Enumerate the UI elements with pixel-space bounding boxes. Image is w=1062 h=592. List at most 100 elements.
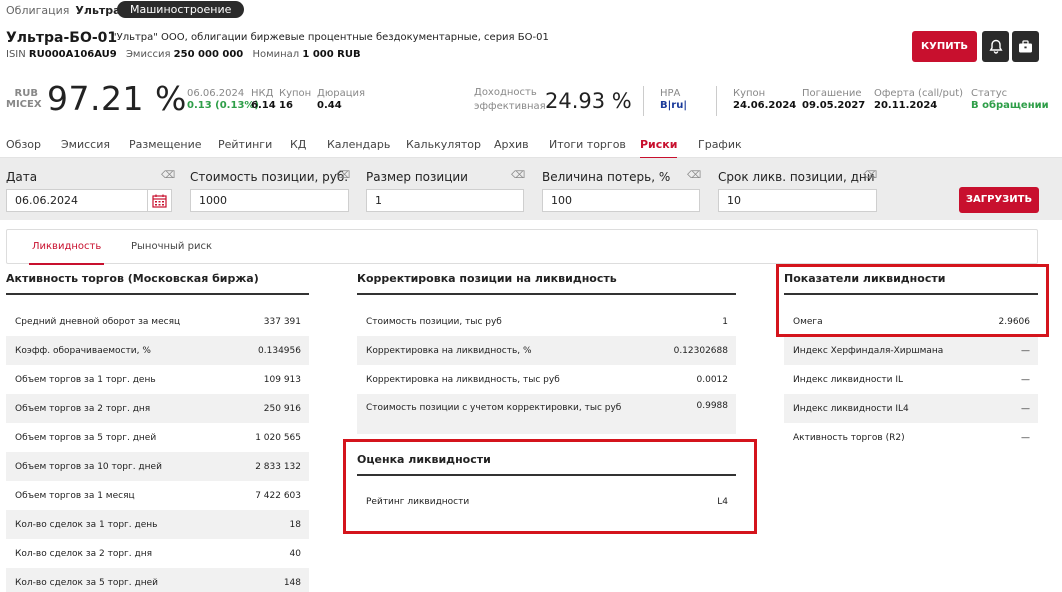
breadcrumb: Облигация Ультра <box>6 2 121 18</box>
briefcase-icon <box>1019 39 1032 52</box>
row-value: — <box>1021 345 1030 356</box>
nra-block: НРА B|ru| <box>660 88 687 112</box>
nkd-label: НКД <box>251 88 274 99</box>
breadcrumb-type[interactable]: Облигация <box>6 4 69 17</box>
divider <box>357 293 736 295</box>
divider <box>6 293 309 295</box>
highlight-box <box>776 264 1049 337</box>
isin-value: RU000A106AU9 <box>28 49 117 60</box>
yield-label-2: эффективная <box>474 101 546 112</box>
offer-block: Оферта (call/put) 20.11.2024 <box>874 88 963 112</box>
row-label: Объем торгов за 2 торг. дня <box>15 403 151 414</box>
table-row: Средний дневной оборот за месяц 337 391 <box>6 307 309 336</box>
tab-risks[interactable]: Риски <box>640 138 678 159</box>
tab-chart[interactable]: График <box>698 138 742 151</box>
divider <box>716 86 717 116</box>
nra-label: НРА <box>660 88 681 99</box>
tab-overview[interactable]: Обзор <box>6 138 41 151</box>
bond-description: "Ультра" ООО, облигации биржевые процент… <box>112 32 549 43</box>
breadcrumb-issuer[interactable]: Ультра <box>75 4 120 17</box>
yield-label: Доходность эффективная <box>474 86 546 114</box>
maturity-date: 09.05.2027 <box>802 100 866 111</box>
cost-input[interactable]: 1000 <box>190 189 349 212</box>
tab-placement[interactable]: Размещение <box>129 138 202 151</box>
row-value: 7 422 603 <box>255 490 301 501</box>
row-label: Стоимость позиции, тыс руб <box>366 316 502 327</box>
tab-calculator[interactable]: Калькулятор <box>406 138 481 151</box>
quote-date: 06.06.2024 <box>187 88 245 99</box>
term-input[interactable]: 10 <box>718 189 877 212</box>
clear-icon[interactable]: ⌫ <box>161 170 175 181</box>
nra-rating[interactable]: B|ru| <box>660 100 687 112</box>
adjust-title: Корректировка позиции на ликвидность <box>357 272 617 285</box>
duration-block: Дюрация 0.44 <box>317 88 365 112</box>
portfolio-button[interactable] <box>1012 31 1039 62</box>
row-value: 1 020 565 <box>255 432 301 443</box>
table-row: Индекс ликвидности IL — <box>784 365 1038 394</box>
row-label: Коэфф. оборачиваемости, % <box>15 345 151 356</box>
status-label: Статус <box>971 88 1008 99</box>
coupon-label: Купон <box>279 88 312 99</box>
nkd-value: 6.14 <box>251 100 276 111</box>
date-input[interactable]: 06.06.2024 <box>6 189 148 212</box>
table-row: Объем торгов за 2 торг. дня 250 916 <box>6 394 309 423</box>
risk-subtabs: Ликвидность Рыночный риск <box>6 229 1038 265</box>
table-row: Объем торгов за 10 торг. дней 2 833 132 <box>6 452 309 481</box>
row-label: Индекс ликвидности IL4 <box>793 403 909 414</box>
table-row: Объем торгов за 1 месяц 7 422 603 <box>6 481 309 510</box>
table-row: Индекс Херфиндаля-Хиршмана — <box>784 336 1038 365</box>
tab-emission[interactable]: Эмиссия <box>61 138 110 151</box>
tab-calendar[interactable]: Календарь <box>327 138 390 151</box>
offer-date: 20.11.2024 <box>874 100 938 111</box>
tab-ratings[interactable]: Рейтинги <box>218 138 272 151</box>
row-value: 18 <box>289 519 301 530</box>
row-value: 2 833 132 <box>255 461 301 472</box>
tab-trade-results[interactable]: Итоги торгов <box>549 138 626 151</box>
coupon-block: Купон 16 <box>279 88 311 112</box>
table-row: Стоимость позиции, тыс руб 1 <box>357 307 736 336</box>
next-coupon-block: Купон 24.06.2024 <box>733 88 796 112</box>
row-label: Стоимость позиции с учетом корректировки… <box>366 403 622 413</box>
clear-icon[interactable]: ⌫ <box>863 170 877 181</box>
buy-button[interactable]: КУПИТЬ <box>912 31 977 62</box>
page-title: Ультра-БО-01 <box>6 30 118 46</box>
next-coupon-date: 24.06.2024 <box>733 100 797 111</box>
table-row: Коэфф. оборачиваемости, % 0.134956 <box>6 336 309 365</box>
loss-input[interactable]: 100 <box>542 189 700 212</box>
table-row: Кол-во сделок за 1 торг. день 18 <box>6 510 309 539</box>
size-input[interactable]: 1 <box>366 189 524 212</box>
currency-exchange: RUB MICEX <box>6 88 42 110</box>
calendar-button[interactable] <box>147 189 172 212</box>
load-button[interactable]: ЗАГРУЗИТЬ <box>959 187 1039 213</box>
sector-badge[interactable]: Машиностроение <box>117 1 245 18</box>
table-row: Объем торгов за 5 торг. дней 1 020 565 <box>6 423 309 452</box>
tab-kd[interactable]: КД <box>290 138 306 151</box>
emission-label: Эмиссия <box>125 49 171 60</box>
status-block: Статус В обращении <box>971 88 1049 112</box>
tab-archive[interactable]: Архив <box>494 138 529 151</box>
clear-icon[interactable]: ⌫ <box>511 170 525 181</box>
clear-icon[interactable]: ⌫ <box>687 170 701 181</box>
table-row: Корректировка на ликвидность, % 0.1230268… <box>357 336 736 365</box>
row-label: Корректировка на ликвидность, тыс руб <box>366 374 560 385</box>
notification-button[interactable] <box>982 31 1009 62</box>
yield-value: 24.93 % <box>545 89 632 113</box>
table-row: Корректировка на ликвидность, тыс руб 0.0… <box>357 365 736 394</box>
row-label: Средний дневной оборот за месяц <box>15 316 181 327</box>
clear-icon[interactable]: ⌫ <box>336 170 350 181</box>
isin-label: ISIN <box>6 49 26 60</box>
row-label: Кол-во сделок за 5 торг. дней <box>15 577 158 588</box>
table-row: Индекс ликвидности IL4 — <box>784 394 1038 423</box>
row-value: 40 <box>289 548 301 559</box>
calendar-icon <box>152 194 167 208</box>
duration-label: Дюрация <box>317 88 366 99</box>
row-value: — <box>1021 432 1030 443</box>
loss-label: Величина потерь, % <box>542 170 671 184</box>
subtab-liquidity[interactable]: Ликвидность <box>28 241 105 265</box>
highlight-box <box>343 439 757 534</box>
row-label: Активность торгов (R2) <box>793 432 905 443</box>
quote-date-block: 06.06.2024 0.13 (0.13%) <box>187 88 259 112</box>
size-label: Размер позиции <box>366 170 468 184</box>
coupon-value: 16 <box>279 100 293 111</box>
subtab-market-risk[interactable]: Рыночный риск <box>131 241 212 252</box>
